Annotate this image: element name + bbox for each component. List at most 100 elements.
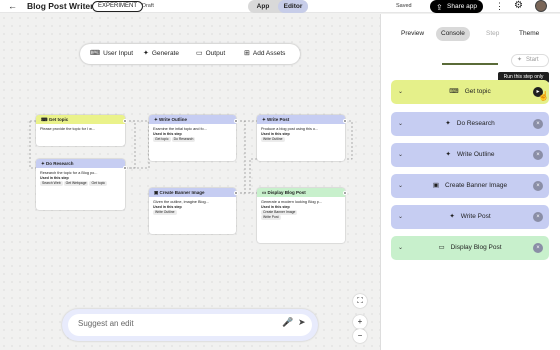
output-port[interactable] — [123, 119, 127, 123]
sparkle-icon: ✦ — [143, 50, 149, 57]
add-asset-icon: ⊞ — [244, 50, 250, 57]
node-description: Generate a modern looking Blog p... — [261, 200, 322, 204]
node-toolbar: ⌨ User Input ✦ Generate ▭ Output ⊞ Add Asset… — [80, 44, 300, 64]
close-icon[interactable]: × — [533, 181, 543, 191]
side-panel: Preview Console Step Theme ✦ Start Run th… — [380, 14, 560, 350]
zoom-in-button[interactable]: + — [353, 315, 367, 329]
app-window: ← Blog Post Writer EXPERIMENT Draft App … — [0, 0, 560, 350]
step-write-outline[interactable]: ⌄ ✦ Write Outline × — [391, 143, 549, 167]
fit-view-icon[interactable]: ⛶ — [353, 294, 367, 308]
output-button[interactable]: ▭ Output — [196, 44, 225, 64]
graph-canvas[interactable]: ⌨ User Input ✦ Generate ▭ Output ⊞ Add Asset… — [0, 14, 380, 350]
user-input-button[interactable]: ⌨ User Input — [90, 44, 133, 64]
suggest-edit-bar: Suggest an edit 🎤 ➤ — [62, 309, 318, 341]
keyboard-icon: ⌨ — [449, 88, 459, 95]
step-write-post[interactable]: ⌄ ✦ Write Post × — [391, 205, 549, 229]
node-header: ▣ Create Banner Image — [149, 188, 236, 197]
start-label: Start — [526, 57, 539, 63]
close-icon[interactable]: × — [533, 212, 543, 222]
more-options-icon[interactable]: ⋮ — [495, 1, 504, 11]
node-title: Create Banner Image — [159, 190, 205, 195]
node-title: Do Research — [46, 161, 74, 166]
suggest-edit-field[interactable]: Suggest an edit 🎤 ➤ — [68, 314, 312, 336]
node-title: Write Post — [267, 117, 290, 122]
output-port[interactable] — [234, 119, 238, 123]
sparkle-icon: ✦ — [517, 57, 523, 63]
node-title: Get topic — [48, 117, 69, 122]
node-description: Produce a blog post using this o... — [261, 127, 319, 131]
app-mode-button[interactable]: App — [248, 0, 278, 13]
start-button[interactable]: ✦ Start — [511, 54, 549, 67]
input-chip: Write Outline — [261, 137, 285, 142]
step-get-topic[interactable]: ⌄ ⌨ Get topic ▸ — [391, 80, 549, 104]
send-icon[interactable]: ➤ — [298, 317, 306, 328]
node-write-outline[interactable]: ✦ Write Outline Examine the intial topic… — [149, 115, 236, 161]
node-create-banner-image[interactable]: ▣ Create Banner Image Given the outline,… — [149, 188, 236, 234]
gear-icon[interactable]: ⚙ — [514, 0, 523, 12]
editor-mode-button[interactable]: Editor — [278, 0, 308, 13]
output-port[interactable] — [123, 166, 127, 170]
image-icon: ▣ — [432, 182, 439, 189]
tab-step[interactable]: Step — [486, 27, 499, 41]
share-label: Share app — [447, 3, 477, 10]
tab-theme[interactable]: Theme — [519, 27, 539, 41]
tab-preview[interactable]: Preview — [401, 27, 424, 41]
step-do-research[interactable]: ⌄ ✦ Do Research × — [391, 112, 549, 136]
avatar[interactable] — [535, 0, 547, 12]
tool-chip: Search Web — [40, 181, 63, 186]
tool-chip: Get Webpage — [63, 181, 89, 186]
generate-button[interactable]: ✦ Generate — [143, 44, 179, 64]
sparkle-icon: ✦ — [445, 120, 451, 127]
tab-console[interactable]: Console — [436, 27, 470, 41]
output-port[interactable] — [343, 191, 347, 195]
output-port[interactable] — [343, 119, 347, 123]
display-icon: ▭ — [196, 50, 203, 57]
keyboard-icon: ⌨ — [41, 117, 49, 122]
user-input-label: User Input — [103, 50, 134, 57]
app-title: Blog Post Writer — [27, 1, 94, 11]
step-label: Write Outline — [457, 151, 495, 158]
draft-status: Draft — [142, 3, 154, 9]
sparkle-icon: ✦ — [445, 151, 451, 158]
node-title: Display Blog Post — [267, 190, 306, 195]
mode-toggle: App Editor — [248, 0, 308, 13]
input-chip: Write Outline — [153, 210, 177, 215]
edge-research-outline — [125, 122, 150, 169]
step-label: Create Banner Image — [445, 182, 508, 189]
node-description: Examine the intial topic and fo... — [153, 127, 207, 131]
edge-outline-banner — [236, 120, 246, 194]
step-display-blog-post[interactable]: ⌄ ▭ Display Blog Post × — [391, 236, 549, 260]
edge-topic-research — [125, 120, 136, 169]
close-icon[interactable]: × — [533, 150, 543, 160]
top-bar: ← Blog Post Writer EXPERIMENT Draft App … — [0, 0, 560, 13]
input-chip: Do Research — [171, 137, 196, 142]
zoom-out-button[interactable]: − — [353, 329, 367, 343]
step-label: Write Post — [460, 213, 491, 220]
share-app-button[interactable]: ⇪ Share app — [430, 0, 483, 13]
node-display-blog-post[interactable]: ▭ Display Blog Post Generate a modern lo… — [257, 188, 345, 243]
experiment-badge: EXPERIMENT — [92, 1, 144, 12]
step-label: Get topic — [464, 88, 491, 95]
step-label: Do Research — [456, 120, 495, 127]
add-assets-button[interactable]: ⊞ Add Assets — [244, 44, 285, 64]
arrow-left-icon[interactable]: ← — [8, 2, 17, 11]
close-icon[interactable]: × — [533, 119, 543, 129]
node-write-post[interactable]: ✦ Write Post Produce a blog post using t… — [257, 115, 345, 161]
node-header: ⌨ Get topic — [36, 115, 125, 124]
cursor-icon: ☝ — [538, 91, 550, 101]
output-port[interactable] — [234, 191, 238, 195]
node-header: ✦ Write Outline — [149, 115, 236, 124]
display-icon: ▭ — [438, 244, 445, 251]
step-create-banner-image[interactable]: ⌄ ▣ Create Banner Image × — [391, 174, 549, 198]
input-chip: Get topic — [89, 181, 108, 186]
node-get-topic[interactable]: ⌨ Get topic Please provide the topic for… — [36, 115, 125, 146]
microphone-icon[interactable]: 🎤 — [282, 317, 293, 328]
saved-status: Saved — [396, 3, 412, 9]
node-do-research[interactable]: ✦ Do Research Research the topic for a B… — [36, 159, 125, 210]
node-header: ▭ Display Blog Post — [257, 188, 345, 197]
input-chip: Get topic — [153, 137, 171, 142]
node-description: Research the topic for a Blog po... — [40, 171, 98, 175]
node-description: Given the outline, imagine Blog... — [153, 200, 209, 204]
close-icon[interactable]: × — [533, 243, 543, 253]
node-title: Write Outline — [159, 117, 187, 122]
